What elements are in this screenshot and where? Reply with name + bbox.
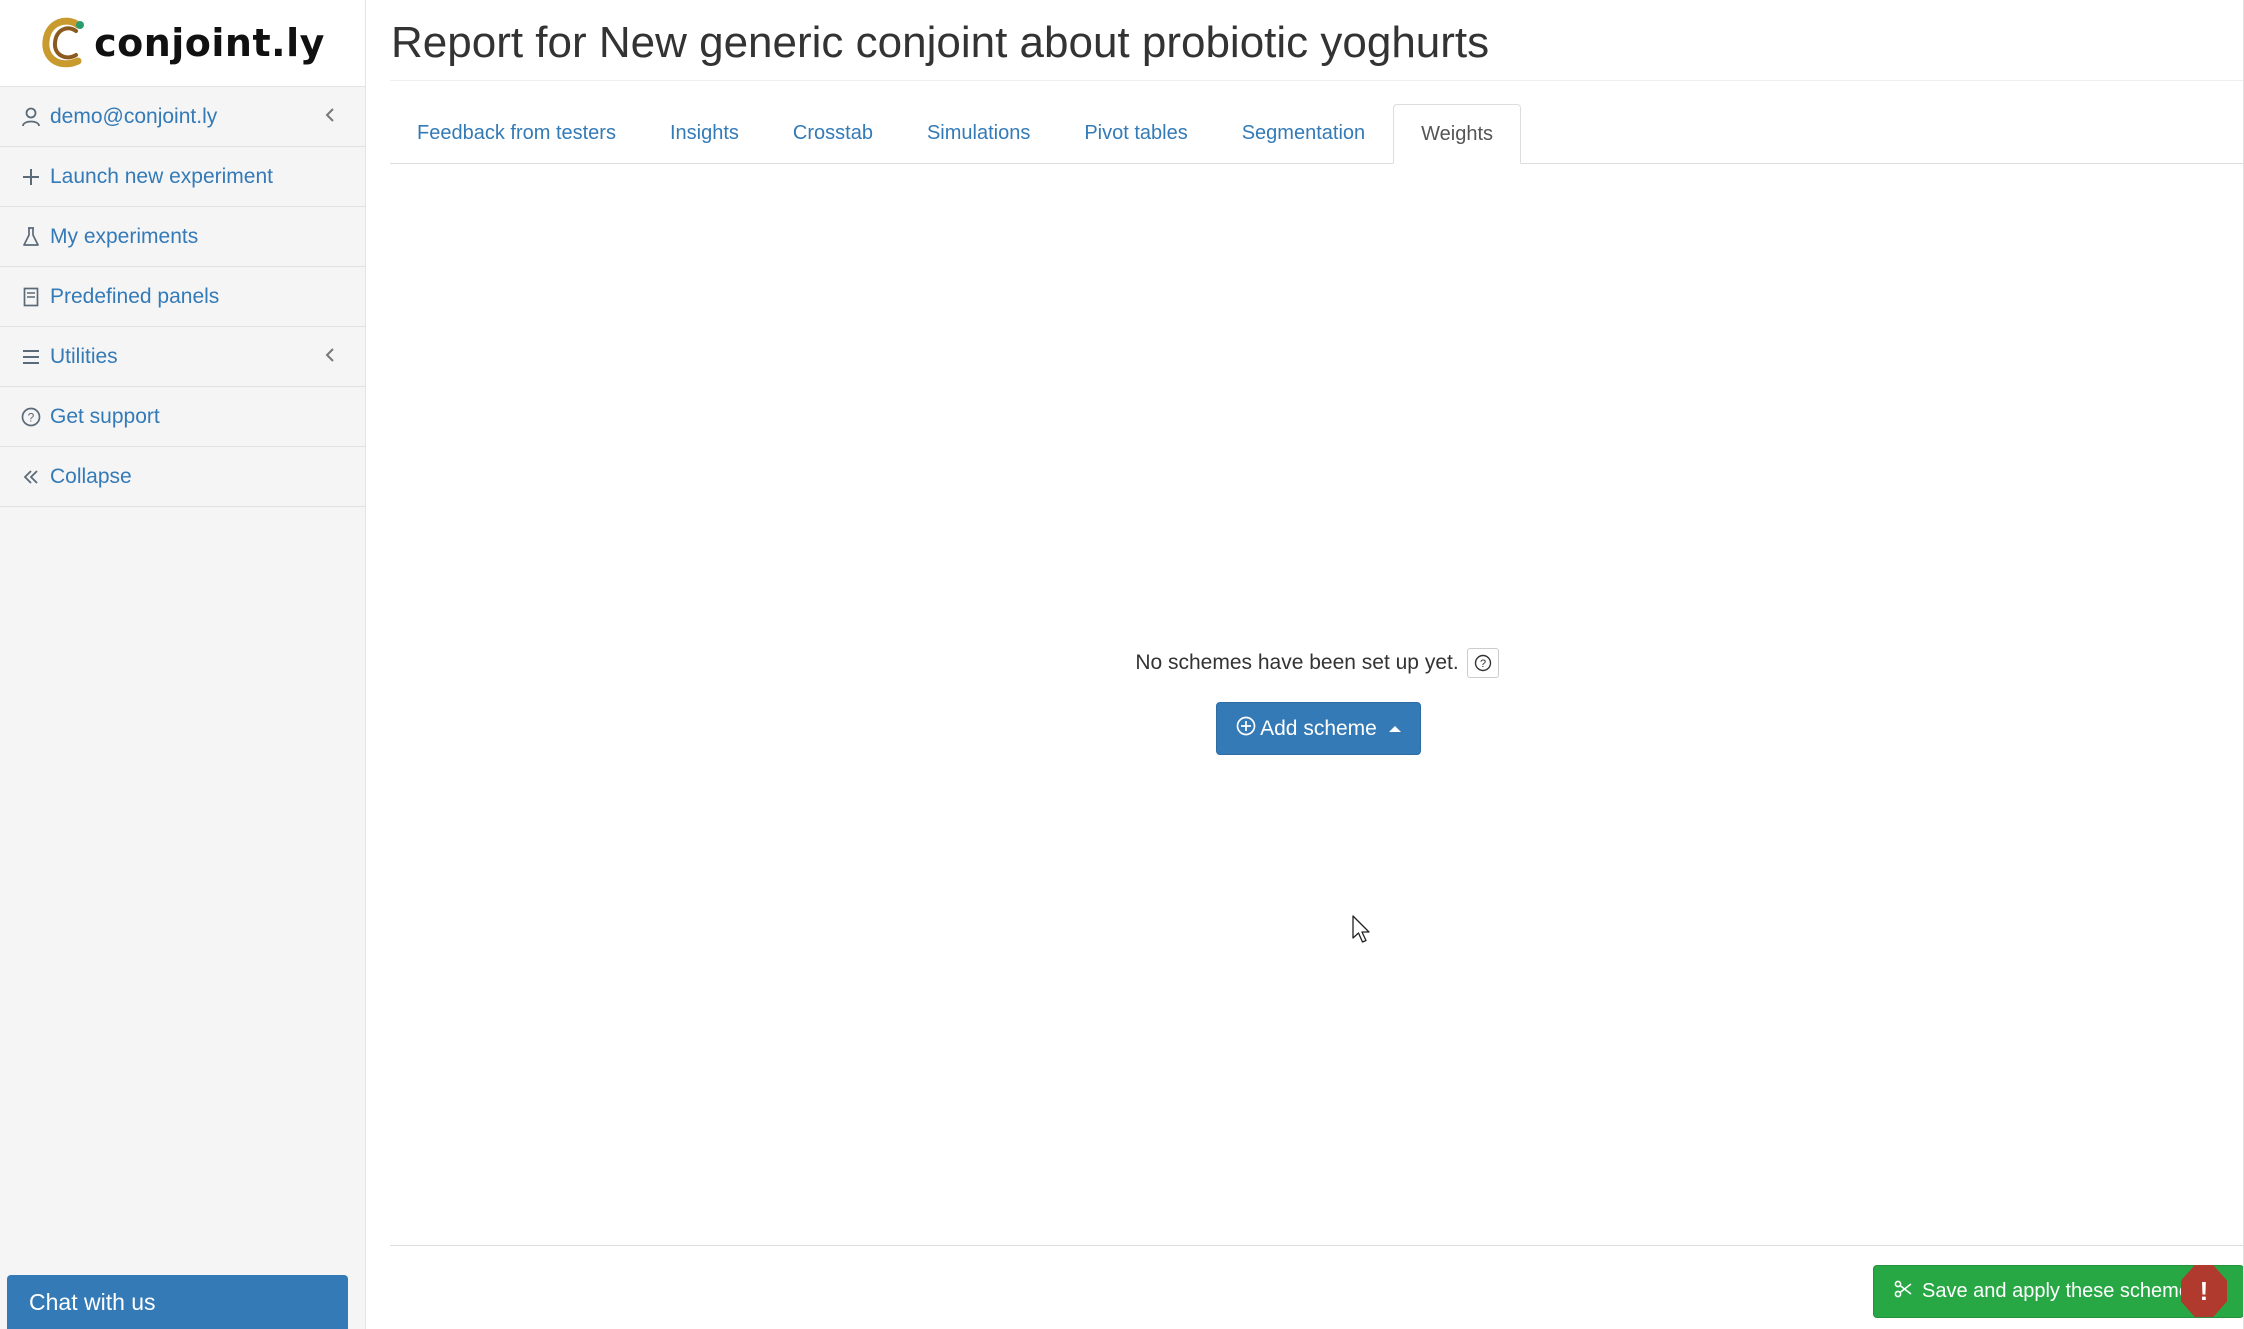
svg-text:?: ?: [1480, 658, 1486, 670]
user-icon: [20, 106, 42, 128]
sidebar-item-label: Launch new experiment: [50, 164, 273, 188]
chevron-left-icon: [325, 105, 335, 129]
logo[interactable]: conjoint.ly: [0, 0, 365, 87]
sidebar: conjoint.ly demo@conjoint.ly Launch new …: [0, 0, 366, 1329]
empty-state: No schemes have been set up yet. ?: [390, 648, 2244, 678]
save-and-apply-label: Save and apply these schemes: [1922, 1280, 2200, 1302]
caret-up-icon: [1388, 725, 1401, 732]
chevron-left-icon: [325, 345, 335, 369]
sidebar-item-label: Get support: [50, 404, 160, 428]
sidebar-item-label: Utilities: [50, 344, 118, 368]
scissors-icon: [1894, 1280, 1912, 1304]
title-divider: [390, 80, 2244, 81]
conjoint-logo-icon: [42, 17, 85, 68]
sidebar-item-collapse[interactable]: Collapse: [0, 447, 365, 507]
footer-divider: [390, 1245, 2244, 1246]
tab-segmentation[interactable]: Segmentation: [1215, 104, 1392, 163]
flask-icon: [20, 226, 42, 248]
sidebar-item-my-experiments[interactable]: My experiments: [0, 207, 365, 267]
logo-text: conjoint.ly: [94, 21, 325, 65]
book-icon: [20, 286, 42, 308]
plus-icon: [20, 166, 42, 188]
add-scheme-button[interactable]: Add scheme: [1216, 702, 1421, 755]
sidebar-item-account[interactable]: demo@conjoint.ly: [0, 87, 365, 147]
sidebar-item-label: demo@conjoint.ly: [50, 104, 218, 128]
add-scheme-label: Add scheme: [1260, 716, 1377, 740]
sidebar-item-utilities[interactable]: Utilities: [0, 327, 365, 387]
page-title: Report for New generic conjoint about pr…: [391, 18, 1490, 67]
mouse-cursor-icon: [1352, 915, 1370, 943]
chat-with-us-button[interactable]: Chat with us: [7, 1275, 348, 1329]
empty-state-text: No schemes have been set up yet.: [1135, 651, 1459, 674]
question-circle-icon: ?: [20, 406, 42, 428]
sidebar-item-label: My experiments: [50, 224, 199, 248]
bars-icon: [20, 346, 42, 368]
sidebar-item-label: Collapse: [50, 464, 132, 488]
tab-pivot-tables[interactable]: Pivot tables: [1057, 104, 1214, 163]
question-circle-icon: ?: [1474, 654, 1491, 672]
tab-simulations[interactable]: Simulations: [900, 104, 1057, 163]
main-content: Report for New generic conjoint about pr…: [390, 0, 2244, 1329]
tab-weights[interactable]: Weights: [1393, 104, 1522, 164]
sidebar-item-label: Predefined panels: [50, 284, 220, 308]
tab-feedback-from-testers[interactable]: Feedback from testers: [390, 104, 643, 163]
help-button[interactable]: ?: [1466, 648, 1499, 678]
sidebar-item-get-support[interactable]: ? Get support: [0, 387, 365, 447]
svg-text:?: ?: [28, 410, 35, 424]
plus-circle-icon: [1236, 716, 1256, 742]
tab-crosstab[interactable]: Crosstab: [766, 104, 900, 163]
empty-state-message: No schemes have been set up yet. ?: [1135, 648, 1499, 678]
sidebar-item-launch-new-experiment[interactable]: Launch new experiment: [0, 147, 365, 207]
sidebar-item-predefined-panels[interactable]: Predefined panels: [0, 267, 365, 327]
double-chevron-left-icon: [20, 466, 42, 488]
report-tabs: Feedback from testers Insights Crosstab …: [390, 104, 2244, 164]
tab-insights[interactable]: Insights: [643, 104, 766, 163]
